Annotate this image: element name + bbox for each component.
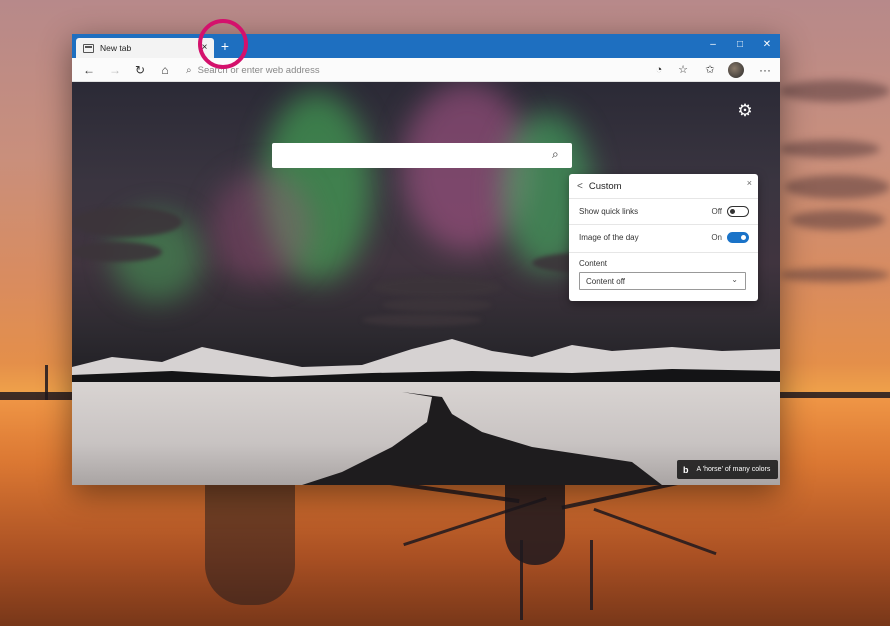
favorites-list-icon[interactable]: ✩	[701, 61, 719, 79]
wallpaper-reflection	[205, 485, 295, 605]
aurora-glow	[212, 172, 312, 282]
address-bar[interactable]: ⌕ Search or enter web address	[180, 61, 650, 79]
cloud	[382, 298, 492, 312]
title-bar: New tab × + – □ ✕	[72, 34, 780, 58]
browser-window: New tab × + – □ ✕ ← → ↻ ⌂ ⌕ Search or en…	[72, 34, 780, 485]
cloud	[72, 207, 182, 237]
browser-toolbar: ← → ↻ ⌂ ⌕ Search or enter web address ◔ …	[72, 58, 780, 82]
maximize-button[interactable]: □	[729, 37, 751, 53]
wallpaper-cloud	[780, 80, 890, 102]
highlight-circle	[198, 19, 248, 69]
wallpaper-reflection	[520, 540, 523, 620]
home-button[interactable]: ⌂	[156, 61, 174, 79]
image-of-day-toggle[interactable]	[727, 232, 749, 243]
content-dropdown-value: Content off	[586, 276, 625, 286]
wallpaper-horizon	[0, 392, 72, 400]
image-of-day-state: On	[711, 233, 722, 242]
favorite-star-icon[interactable]: ☆	[674, 61, 692, 79]
image-of-day-label: Image of the day	[579, 233, 639, 242]
search-input[interactable]: ⌕	[272, 143, 572, 168]
new-tab-page: ⌕ ⚙ < Custom × Show quick links Off Imag…	[72, 82, 780, 485]
wallpaper-reflection	[590, 540, 593, 610]
quick-links-label: Show quick links	[579, 207, 639, 216]
tracking-icon[interactable]: ◔	[650, 61, 668, 79]
wallpaper-reflection	[505, 485, 565, 565]
content-dropdown[interactable]: Content off ⌄	[579, 272, 746, 290]
mountains	[72, 339, 780, 387]
close-icon[interactable]: ×	[747, 178, 752, 188]
image-credit-badge[interactable]: b A 'horse' of many colors	[677, 460, 778, 479]
profile-avatar[interactable]	[728, 62, 744, 78]
wallpaper-cloud	[785, 175, 890, 199]
wallpaper-cloud	[780, 140, 880, 158]
back-chevron-icon[interactable]: <	[577, 181, 583, 192]
search-icon: ⌕	[186, 64, 192, 76]
panel-header: < Custom ×	[569, 174, 758, 198]
toggle-knob	[730, 209, 735, 214]
gear-icon[interactable]: ⚙	[736, 102, 754, 120]
back-button[interactable]: ←	[80, 61, 98, 79]
wallpaper-post	[45, 365, 48, 400]
chevron-down-icon: ⌄	[731, 275, 738, 284]
tab-new-tab[interactable]: New tab ×	[76, 38, 214, 58]
bing-logo-icon: b	[683, 464, 689, 475]
cloud	[72, 242, 162, 262]
minimize-button[interactable]: –	[702, 37, 724, 53]
quick-links-state: Off	[711, 207, 722, 216]
custom-settings-panel: < Custom × Show quick links Off Image of…	[569, 174, 758, 301]
quick-links-toggle[interactable]	[727, 206, 749, 217]
river	[302, 392, 662, 485]
quick-links-row: Show quick links Off	[569, 198, 758, 224]
wallpaper-cloud	[780, 268, 890, 282]
more-menu-button[interactable]: ···	[756, 61, 774, 79]
image-credit-text: A 'horse' of many colors	[696, 466, 771, 473]
refresh-button[interactable]: ↻	[131, 61, 149, 79]
toggle-knob	[741, 235, 746, 240]
wallpaper-horizon	[780, 392, 890, 398]
cloud	[372, 277, 502, 297]
close-window-button[interactable]: ✕	[756, 37, 778, 53]
panel-title: Custom	[588, 180, 622, 192]
new-tab-page-icon	[83, 43, 94, 53]
content-setting: Content Content off ⌄	[569, 252, 758, 301]
tab-title: New tab	[100, 43, 132, 53]
cloud	[362, 314, 482, 326]
image-of-day-row: Image of the day On	[569, 224, 758, 250]
search-icon[interactable]: ⌕	[552, 147, 566, 161]
wallpaper-cloud	[790, 210, 885, 230]
forward-button[interactable]: →	[106, 61, 124, 79]
content-label: Content	[579, 259, 608, 268]
